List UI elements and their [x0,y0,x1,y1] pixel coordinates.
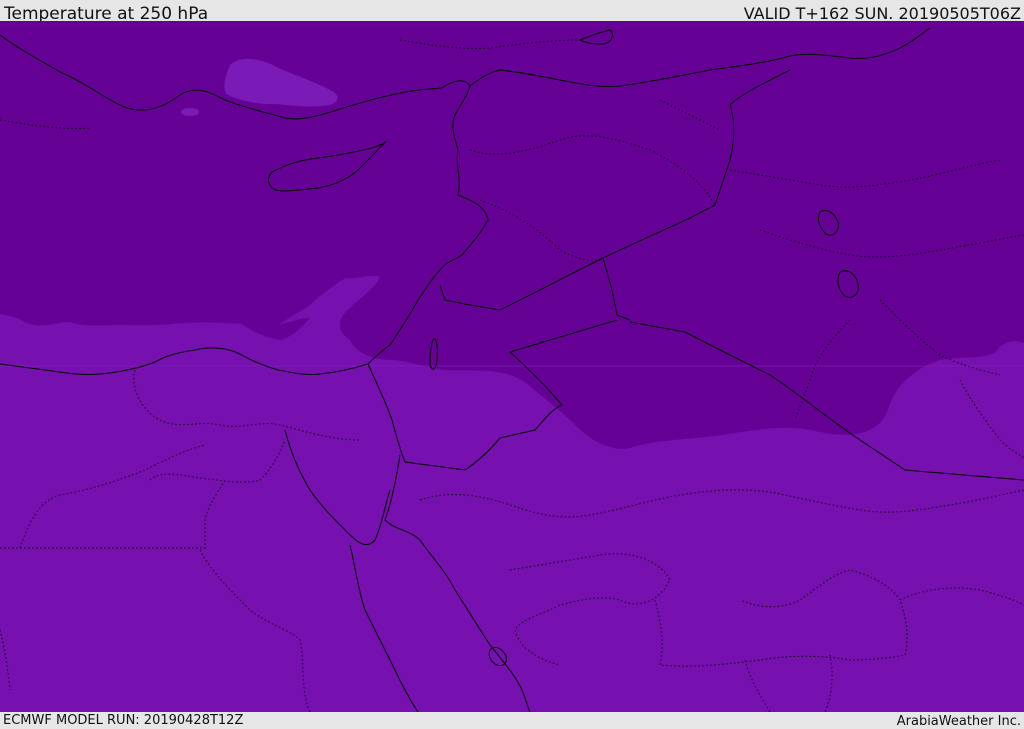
map-panel [0,21,1024,712]
model-run-label: ECMWF MODEL RUN: 20190428T12Z [3,713,244,728]
temperature-map [0,21,1024,712]
credit-label: ArabiaWeather Inc. [896,714,1021,729]
header-bar: Temperature at 250 hPa VALID T+162 SUN. … [0,0,1024,24]
footer-bar: ECMWF MODEL RUN: 20190428T12Z ArabiaWeat… [0,712,1024,729]
warm-pocket-small [181,108,199,116]
